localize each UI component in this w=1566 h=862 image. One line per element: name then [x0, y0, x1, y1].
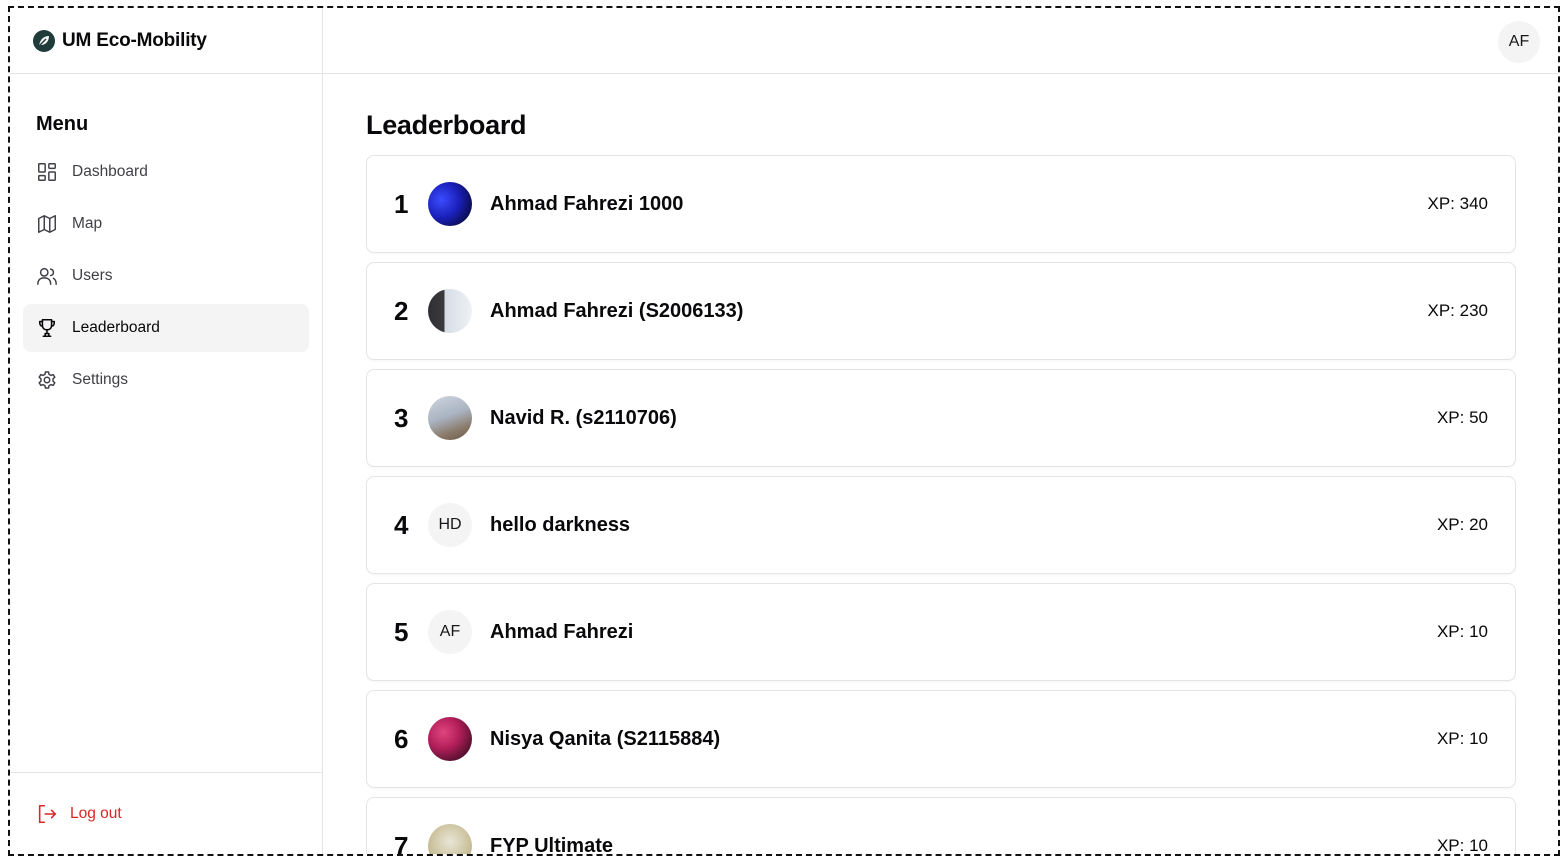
gear-icon [38, 371, 56, 389]
avatar [428, 824, 472, 854]
user-name: Navid R. (s2110706) [490, 406, 677, 429]
rank-number: 6 [394, 723, 409, 754]
layout-grid-icon [38, 163, 56, 181]
leaderboard-entry: 7 FYP Ultimate XP: 10 [366, 797, 1516, 854]
xp-value: XP: 230 [1427, 301, 1489, 320]
leaderboard-list: 1 Ahmad Fahrezi 1000 XP: 340 2 Ahmad Fah… [366, 155, 1516, 854]
user-name: Ahmad Fahrezi 1000 [490, 192, 684, 215]
menu-title: Menu [36, 113, 89, 135]
user-name: FYP Ultimate [490, 834, 613, 855]
rank-number: 2 [394, 295, 409, 326]
map-icon [38, 215, 56, 233]
page-title: Leaderboard [366, 110, 527, 140]
main-content: Leaderboard 1 Ahmad Fahrezi 1000 XP: 340… [366, 74, 1516, 854]
xp-value: XP: 50 [1436, 408, 1488, 427]
sidebar: UM Eco-Mobility Menu Dashboard Map Users [10, 8, 323, 854]
xp-value: XP: 10 [1436, 729, 1488, 748]
xp-value: XP: 10 [1436, 836, 1488, 854]
sidebar-item-dashboard[interactable]: Dashboard [23, 148, 309, 196]
xp-value: XP: 20 [1436, 515, 1488, 534]
rank-number: 1 [394, 188, 409, 219]
logout-icon [38, 804, 57, 823]
avatar: AF [428, 610, 472, 654]
sidebar-item-label: Dashboard [72, 163, 148, 180]
avatar: HD [428, 503, 472, 547]
top-bar: AF [323, 8, 1558, 74]
sidebar-item-map[interactable]: Map [23, 200, 309, 248]
rank-number: 7 [394, 830, 409, 855]
leaderboard-entry: 3 Navid R. (s2110706) XP: 50 [366, 369, 1516, 467]
avatar [428, 182, 472, 226]
leaderboard-entry: 6 Nisya Qanita (S2115884) XP: 10 [366, 690, 1516, 788]
sidebar-item-users[interactable]: Users [23, 252, 309, 300]
leaderboard-entry: 5 AF Ahmad Fahrezi XP: 10 [366, 583, 1516, 681]
xp-value: XP: 340 [1427, 194, 1489, 213]
user-name: Ahmad Fahrezi [490, 620, 634, 643]
users-icon [37, 267, 57, 285]
sidebar-nav: Dashboard Map Users Leaderboard Settings [23, 148, 309, 408]
logout-button[interactable]: Log out [10, 772, 322, 854]
sidebar-item-settings[interactable]: Settings [23, 356, 309, 404]
leaf-logo-icon [32, 29, 56, 53]
avatar [428, 396, 472, 440]
rank-number: 3 [394, 402, 409, 433]
brand[interactable]: UM Eco-Mobility [10, 8, 322, 74]
avatar [428, 289, 472, 333]
leaderboard-entry: 4 HD hello darkness XP: 20 [366, 476, 1516, 574]
leaderboard-entry: 1 Ahmad Fahrezi 1000 XP: 340 [366, 155, 1516, 253]
sidebar-item-label: Settings [72, 371, 129, 388]
sidebar-item-label: Leaderboard [72, 319, 160, 336]
sidebar-item-label: Map [72, 215, 103, 232]
user-avatar-button[interactable]: AF [1498, 21, 1540, 63]
logout-label: Log out [70, 804, 122, 822]
rank-number: 5 [394, 616, 409, 647]
sidebar-item-label: Users [72, 267, 113, 284]
xp-value: XP: 10 [1436, 622, 1488, 641]
avatar [428, 717, 472, 761]
app-name: UM Eco-Mobility [62, 29, 207, 51]
sidebar-item-leaderboard[interactable]: Leaderboard [23, 304, 309, 352]
leaderboard-entry: 2 Ahmad Fahrezi (S2006133) XP: 230 [366, 262, 1516, 360]
rank-number: 4 [394, 509, 409, 540]
trophy-icon [38, 318, 56, 338]
user-name: Ahmad Fahrezi (S2006133) [490, 299, 744, 322]
user-name: hello darkness [490, 513, 631, 536]
user-name: Nisya Qanita (S2115884) [490, 727, 721, 750]
